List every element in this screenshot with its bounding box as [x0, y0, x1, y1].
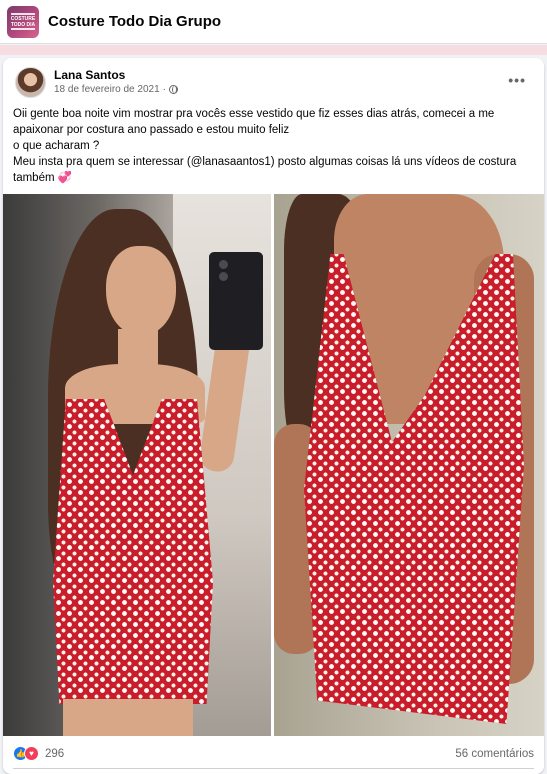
photo-grid — [3, 194, 544, 736]
reactions-summary[interactable]: 👍 ♥ 296 — [13, 746, 64, 761]
legs-shape-2 — [133, 699, 193, 736]
post-text-line-1: Oii gente boa noite vim mostrar pra você… — [13, 108, 495, 136]
group-name[interactable]: Costure Todo Dia Grupo — [48, 13, 221, 30]
reaction-count[interactable]: 296 — [45, 748, 64, 760]
phone-shape — [209, 252, 263, 350]
more-options-icon[interactable]: ••• — [508, 72, 526, 88]
avatar[interactable] — [15, 67, 46, 98]
author-name[interactable]: Lana Santos — [54, 68, 125, 82]
legs-shape — [63, 699, 133, 736]
post-text-line-3: Meu insta pra quem se interessar (@lanas… — [13, 156, 517, 184]
face-shape — [106, 246, 176, 336]
globe-icon — [168, 85, 178, 94]
dress-closeup-photo[interactable] — [274, 194, 544, 736]
post-card: Lana Santos 18 de fevereiro de 2021 · ••… — [3, 58, 544, 774]
cover-strip — [0, 45, 547, 55]
comments-count[interactable]: 56 comentários — [455, 748, 534, 760]
post-meta: 18 de fevereiro de 2021 · — [54, 84, 178, 95]
post-date[interactable]: 18 de fevereiro de 2021 — [54, 84, 160, 95]
action-divider — [13, 768, 534, 769]
group-logo[interactable]: COSTURE TODO DIA — [7, 6, 39, 38]
mirror-selfie-photo[interactable] — [3, 194, 271, 736]
group-header: COSTURE TODO DIA Costure Todo Dia Grupo — [0, 0, 547, 44]
group-logo-text: COSTURE TODO DIA — [10, 16, 36, 28]
phone-camera-2 — [219, 272, 228, 281]
phone-camera — [219, 260, 228, 269]
date-separator: · — [162, 84, 166, 95]
love-icon: ♥ — [24, 746, 39, 761]
post-text-line-2: o que acharam ? — [13, 140, 100, 152]
reaction-icons: 👍 ♥ — [13, 746, 39, 761]
post-text: Oii gente boa noite vim mostrar pra você… — [13, 106, 533, 186]
